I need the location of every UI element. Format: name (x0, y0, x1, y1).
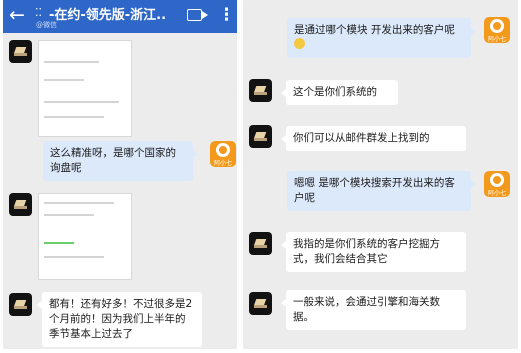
contact-avatar[interactable] (249, 79, 272, 102)
user-avatar[interactable]: 阿小七 (484, 17, 510, 43)
grinning-face-emoji (294, 38, 305, 49)
message-image[interactable] (38, 193, 132, 280)
more-vertical-icon[interactable]: ⋮ (218, 5, 235, 25)
chat-title: -在约-领先版-浙江... (49, 8, 167, 23)
contact-avatar[interactable] (9, 193, 32, 216)
group-chat-icon: ⁚⁚ (35, 6, 42, 19)
message-bubble-incoming: 都有！还有好多！不过很多是2个月前的！因为我们上半年的季节基本上过去了 (37, 292, 202, 347)
message-text: 是通过哪个模块 开发出来的客户呢 (294, 24, 455, 36)
avatar-label: 阿小七 (213, 160, 232, 167)
message-bubble-incoming: 一般来说，会通过引擎和海关数据。 (281, 290, 466, 330)
chat-header: ← ⁚⁚ -在约-领先版-浙江... @微信 ⋮ (3, 0, 237, 33)
message-bubble-incoming: 这个是你们系统的 (281, 80, 398, 105)
chat-panel-right: 是通过哪个模块 开发出来的客户呢 阿小七 这个是你们系统的 你们可以从邮件群发上… (243, 0, 518, 349)
avatar-label: 阿小七 (487, 190, 506, 197)
arrow-left-icon[interactable]: ← (9, 4, 25, 26)
chat-panel-left: ← ⁚⁚ -在约-领先版-浙江... @微信 ⋮ 这么精准呀，是哪个国家的询盘呢… (3, 0, 237, 349)
message-bubble-incoming: 你们可以从邮件群发上找到的 (281, 126, 466, 151)
message-bubble-outgoing: 是通过哪个模块 开发出来的客户呢 (287, 18, 476, 58)
contact-avatar[interactable] (249, 292, 272, 315)
user-avatar[interactable]: 阿小七 (484, 171, 510, 197)
user-avatar[interactable]: 阿小七 (210, 141, 236, 167)
screenshot-collage: ← ⁚⁚ -在约-领先版-浙江... @微信 ⋮ 这么精准呀，是哪个国家的询盘呢… (0, 0, 521, 353)
video-call-icon[interactable] (187, 9, 208, 21)
contact-avatar[interactable] (9, 293, 32, 316)
message-bubble-outgoing: 嗯嗯 是哪个模块搜索开发出来的客户呢 (287, 171, 476, 211)
contact-avatar[interactable] (249, 232, 272, 255)
message-image[interactable] (38, 40, 132, 137)
contact-avatar[interactable] (249, 125, 272, 148)
message-bubble-incoming: 我指的是你们系统的客户挖掘方式，我们会结合其它 (281, 232, 466, 272)
avatar-label: 阿小七 (487, 36, 506, 43)
contact-avatar[interactable] (9, 40, 32, 63)
message-bubble-outgoing: 这么精准呀，是哪个国家的询盘呢 (43, 141, 198, 181)
chat-subtitle: @微信 (36, 21, 57, 29)
